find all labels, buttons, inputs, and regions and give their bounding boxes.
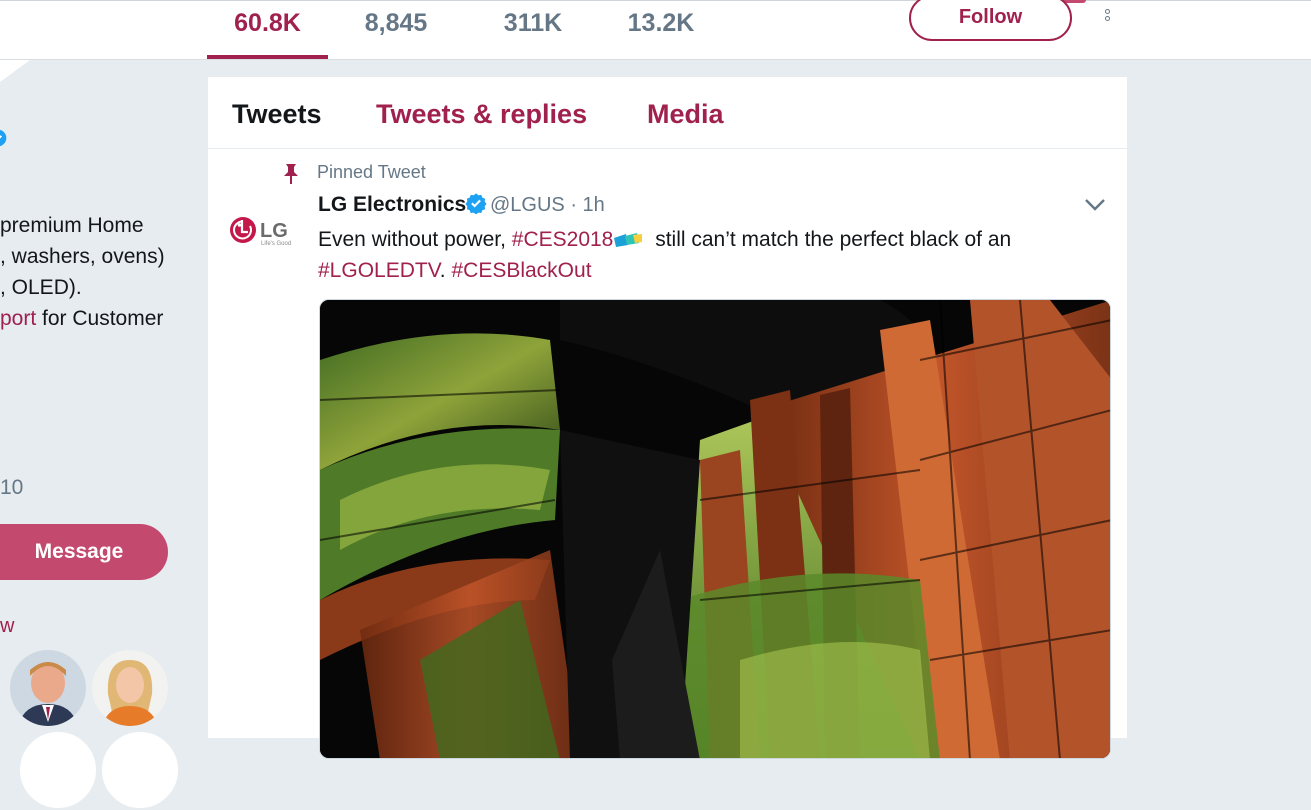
message-button-label: Message xyxy=(34,540,124,563)
timeline-card: Tweets Tweets & replies Media Pinned Twe… xyxy=(208,77,1127,759)
bio-line-4: port for Customer xyxy=(0,303,165,334)
tweet-text-part: Even without power, xyxy=(318,228,512,251)
more-options-icon[interactable] xyxy=(1100,9,1114,31)
ces-hashflag-icon xyxy=(614,233,643,247)
pinned-tweet-label: Pinned Tweet xyxy=(317,162,426,182)
stat-followers[interactable]: 311K xyxy=(480,9,586,59)
hashtag-ces2018[interactable]: #CES2018 xyxy=(512,228,614,251)
tweet-text: Even without power, #CES2018 still can’t… xyxy=(318,224,1108,286)
svg-text:Life's Good: Life's Good xyxy=(261,241,291,247)
profile-nav-bar: 60.8K 8,845 311K 13.2K Follow xyxy=(0,0,1311,60)
follower-avatar[interactable] xyxy=(18,730,98,810)
timeline-tabs: Tweets Tweets & replies Media xyxy=(208,77,1127,149)
stat-likes-value: 13.2K xyxy=(627,9,695,37)
follower-avatar[interactable] xyxy=(100,730,180,810)
stat-following-value: 8,845 xyxy=(364,9,428,37)
profile-bio: premium Home , washers, ovens) , OLED). … xyxy=(0,210,165,334)
profile-avatar-edge xyxy=(0,60,30,82)
stat-tweets-value: 60.8K xyxy=(234,9,301,37)
tweet-text-part: . xyxy=(439,259,452,282)
bio-line-1: premium Home xyxy=(0,214,144,237)
stat-followers-value: 311K xyxy=(503,9,563,37)
stat-following[interactable]: 8,845 xyxy=(340,9,452,59)
tweet-media-image[interactable] xyxy=(319,299,1111,759)
bio-line-4-text: for Customer xyxy=(36,307,164,330)
tweet-handle: @LGUS xyxy=(490,194,565,216)
tweet-author-handle[interactable]: @LGUS · 1h xyxy=(490,194,605,217)
tweet-timestamp[interactable]: · 1h xyxy=(570,194,604,216)
follower-avatar[interactable] xyxy=(10,650,86,726)
follower-avatar[interactable] xyxy=(92,650,168,726)
follow-button[interactable]: Follow xyxy=(909,0,1072,41)
profile-joined-date: 10 xyxy=(0,476,24,499)
pin-icon xyxy=(284,164,298,184)
oled-canyon-photo xyxy=(320,300,1110,758)
bio-line-3: , OLED). xyxy=(0,276,82,299)
bio-support-link[interactable]: port xyxy=(0,307,36,330)
verified-badge-icon xyxy=(465,193,487,214)
chevron-down-icon[interactable] xyxy=(1084,198,1106,212)
hashtag-lgoledtv[interactable]: #LGOLEDTV xyxy=(318,259,440,282)
stat-likes[interactable]: 13.2K xyxy=(612,9,710,59)
svg-text:LG: LG xyxy=(260,220,288,242)
hashtag-cesblackout[interactable]: #CESBlackOut xyxy=(451,259,591,282)
tweet-text-part: still can’t match the perfect black of a… xyxy=(649,228,1012,251)
bio-line-2: , washers, ovens) xyxy=(0,245,165,268)
tab-tweets-and-replies[interactable]: Tweets & replies xyxy=(376,99,587,130)
followers-you-know-link[interactable]: w xyxy=(0,615,14,638)
verified-badge-icon xyxy=(0,129,7,147)
tab-tweets[interactable]: Tweets xyxy=(232,99,322,130)
tab-media[interactable]: Media xyxy=(647,99,724,130)
stat-tweets[interactable]: 60.8K xyxy=(207,9,328,59)
tweet-author-name[interactable]: LG Electronics xyxy=(318,193,466,217)
message-button[interactable]: Message xyxy=(0,524,168,580)
follow-button-label: Follow xyxy=(958,6,1023,28)
lg-logo-avatar[interactable]: LG Life's Good xyxy=(230,212,298,248)
